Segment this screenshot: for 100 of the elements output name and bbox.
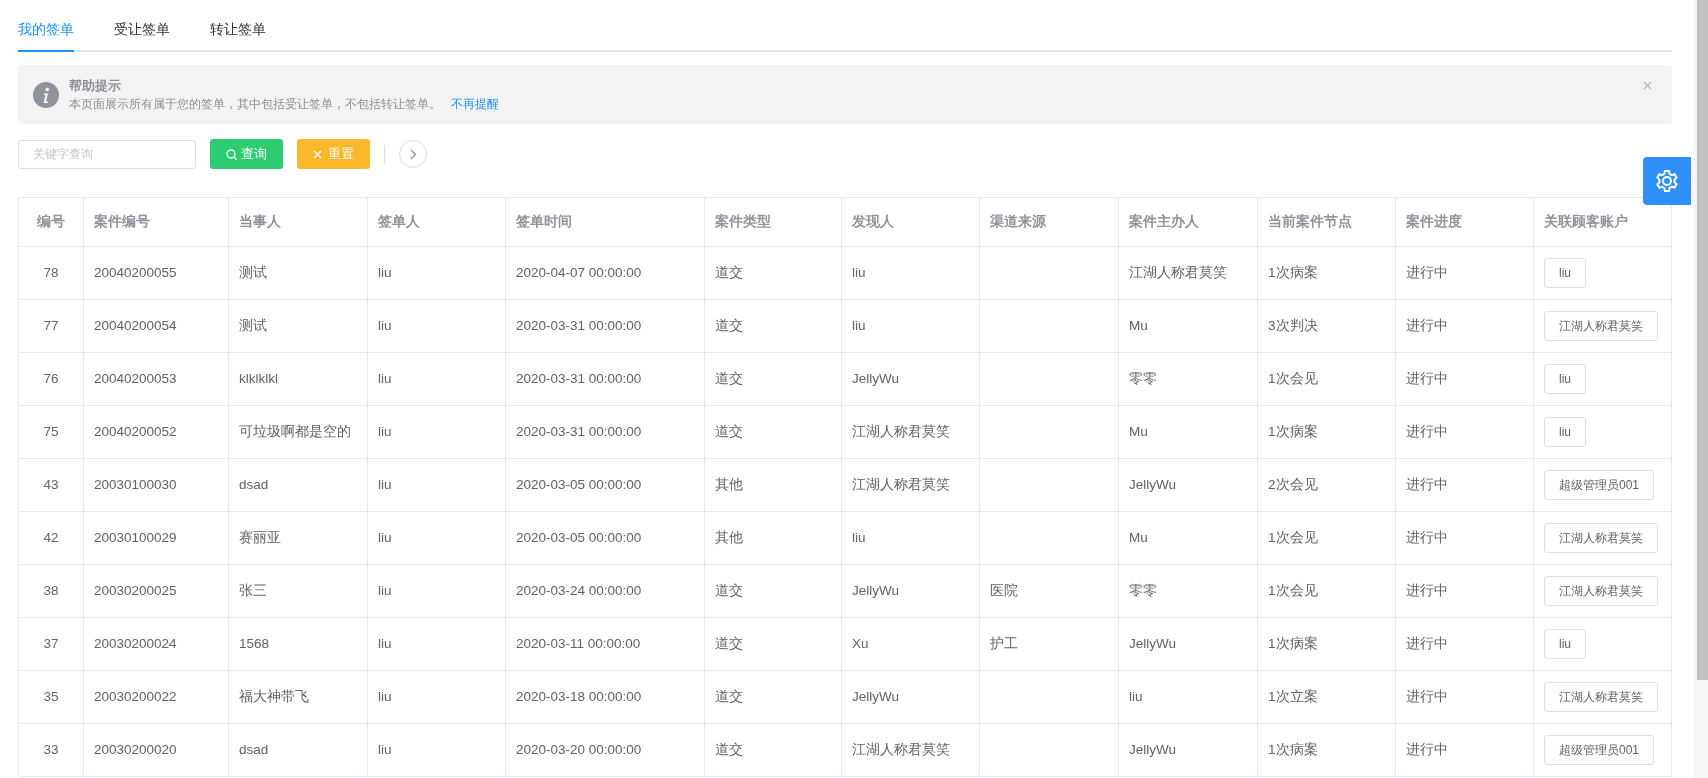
table-cell: 1次会见: [1257, 511, 1396, 565]
table-cell: 2020-03-11 00:00:00: [505, 617, 705, 671]
table-cell: liu: [1118, 670, 1258, 724]
table-cell: 测试: [228, 299, 368, 353]
account-button[interactable]: 江湖人称君莫笑: [1544, 682, 1658, 712]
table-cell: dsad: [228, 723, 368, 777]
tab[interactable]: 转让签单: [210, 19, 266, 52]
table-cell: JellyWu: [1118, 458, 1258, 512]
close-icon: [1643, 81, 1652, 91]
scrollbar-thumb[interactable]: [1697, 0, 1708, 680]
table-cell: 20040200055: [83, 246, 229, 300]
table-cell: 零零: [1118, 564, 1258, 618]
account-button[interactable]: liu: [1544, 629, 1586, 659]
table-cell: 进行中: [1395, 723, 1534, 777]
table-cell: liu: [841, 511, 980, 565]
table-cell: klklklkl: [228, 352, 368, 406]
table-cell: 20040200053: [83, 352, 229, 406]
info-icon: [33, 81, 59, 108]
table-cell: JellyWu: [841, 670, 980, 724]
table-cell: 76: [18, 352, 84, 406]
account-button[interactable]: 江湖人称君莫笑: [1544, 576, 1658, 606]
table-cell: 进行中: [1395, 299, 1534, 353]
account-button[interactable]: 江湖人称君莫笑: [1544, 311, 1658, 341]
table-cell: 其他: [704, 458, 842, 512]
table-cell: liu: [367, 458, 506, 512]
table-cell: 进行中: [1395, 564, 1534, 618]
table-cell: liu: [367, 405, 506, 459]
column-header: 签单人: [367, 197, 506, 247]
account-button[interactable]: 超级管理员001: [1544, 735, 1655, 765]
table-cell: 张三: [228, 564, 368, 618]
table-cell: 1次病案: [1257, 246, 1396, 300]
alert-title: 帮助提示: [69, 76, 122, 95]
account-button[interactable]: liu: [1544, 258, 1586, 288]
table-cell: 江湖人称君莫笑: [1118, 246, 1258, 300]
table-cell: 1次会见: [1257, 564, 1396, 618]
table-cell: 测试: [228, 246, 368, 300]
table-cell: liu: [367, 299, 506, 353]
search-field[interactable]: 关键字查询: [18, 139, 196, 169]
table-cell: 43: [18, 458, 84, 512]
table-cell: 道交: [704, 352, 842, 406]
table-cell: liu: [367, 723, 506, 777]
tab[interactable]: 受让签单: [114, 19, 170, 52]
table-cell: 2020-03-31 00:00:00: [505, 299, 705, 353]
table-cell: 20030200025: [83, 564, 229, 618]
account-button[interactable]: liu: [1544, 417, 1586, 447]
table-cell: 2020-03-31 00:00:00: [505, 405, 705, 459]
table-cell: 1次会见: [1257, 352, 1396, 406]
table-cell: 进行中: [1395, 458, 1534, 512]
close-icon: [313, 149, 322, 159]
account-button[interactable]: 超级管理员001: [1544, 470, 1655, 500]
table-cell: 道交: [704, 405, 842, 459]
table-cell: 进行中: [1395, 405, 1534, 459]
table-cell: JellyWu: [841, 564, 980, 618]
table-cell: liu: [841, 299, 980, 353]
table-cell: 20040200054: [83, 299, 229, 353]
scrollbar[interactable]: [1694, 0, 1708, 778]
table-cell: 道交: [704, 564, 842, 618]
table-cell: Mu: [1118, 405, 1258, 459]
table-cell: liu: [367, 564, 506, 618]
account-button[interactable]: 江湖人称君莫笑: [1544, 523, 1658, 553]
table-cell: Mu: [1118, 299, 1258, 353]
table-cell: 33: [18, 723, 84, 777]
account-button[interactable]: liu: [1544, 364, 1586, 394]
column-header: 当事人: [228, 197, 368, 247]
table-cell: 3次判决: [1257, 299, 1396, 353]
table-cell: 进行中: [1395, 246, 1534, 300]
table-cell: Mu: [1118, 511, 1258, 565]
table-cell: 1568: [228, 617, 368, 671]
table-cell: 进行中: [1395, 511, 1534, 565]
table-cell: 2020-03-05 00:00:00: [505, 511, 705, 565]
table-cell: 进行中: [1395, 352, 1534, 406]
table-cell: JellyWu: [841, 352, 980, 406]
table-cell: 20030200024: [83, 617, 229, 671]
table-cell: 可垃圾啊都是空的: [228, 405, 368, 459]
table-cell: 进行中: [1395, 617, 1534, 671]
column-header: 发现人: [841, 197, 980, 247]
table-cell: 护工: [979, 617, 1119, 671]
expand-button[interactable]: [399, 140, 427, 168]
table-cell: 20040200052: [83, 405, 229, 459]
column-header: 当前案件节点: [1257, 197, 1396, 247]
settings-icon: [1655, 169, 1679, 193]
table-cell: 道交: [704, 299, 842, 353]
chevron-right-icon: [409, 148, 417, 160]
table-cell: 道交: [704, 617, 842, 671]
table-cell: liu: [367, 352, 506, 406]
table-cell: 江湖人称君莫笑: [841, 405, 980, 459]
table-cell: 1次立案: [1257, 670, 1396, 724]
table-cell: 2020-03-31 00:00:00: [505, 352, 705, 406]
table-cell: 进行中: [1395, 670, 1534, 724]
table-cell: JellyWu: [1118, 723, 1258, 777]
table-cell: 2020-04-07 00:00:00: [505, 246, 705, 300]
table-cell: 42: [18, 511, 84, 565]
alert-text: 本页面展示所有属于您的签单，其中包括受让签单，不包括转让签单。 不再提醒: [69, 96, 499, 114]
column-header: 渠道来源: [979, 197, 1119, 247]
table-cell: 江湖人称君莫笑: [841, 458, 980, 512]
table-cell: 78: [18, 246, 84, 300]
table-cell: 江湖人称君莫笑: [841, 723, 980, 777]
table-cell: 20030200022: [83, 670, 229, 724]
settings-button[interactable]: [1643, 157, 1691, 205]
column-header: 案件主办人: [1118, 197, 1258, 247]
